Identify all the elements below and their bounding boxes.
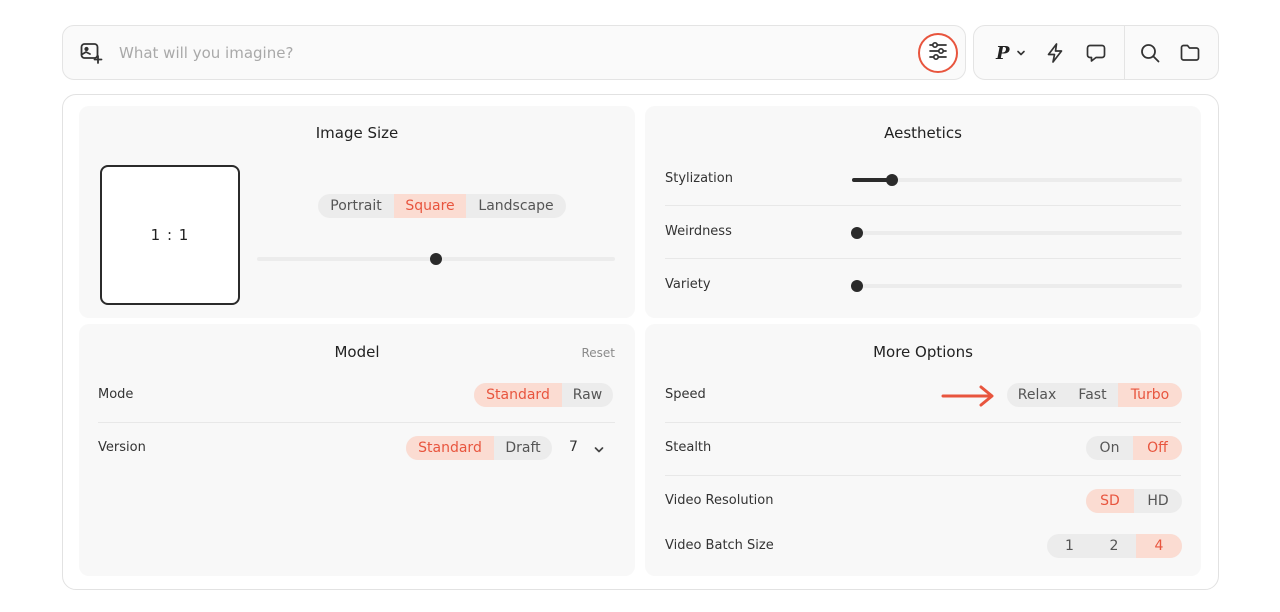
variety-label: Variety [665, 277, 711, 292]
aesthetics-divider [665, 205, 1181, 206]
speed-turbo[interactable]: Turbo [1118, 383, 1182, 407]
search-icon [1139, 42, 1161, 64]
options-divider [665, 475, 1181, 476]
chevron-down-icon [1016, 48, 1026, 58]
video-resolution-selector: SD HD [1086, 489, 1182, 513]
options-divider [665, 422, 1181, 423]
mode-selector: Standard Raw [474, 383, 613, 407]
aesthetics-title: Aesthetics [884, 124, 962, 142]
batch-size-4[interactable]: 4 [1136, 534, 1182, 558]
version-label: Version [98, 440, 146, 455]
chevron-down-icon[interactable] [593, 441, 605, 460]
version-standard[interactable]: Standard [406, 436, 494, 460]
batch-size-1[interactable]: 1 [1047, 534, 1092, 558]
aspect-ratio-slider-handle[interactable] [430, 253, 442, 265]
mode-label: Mode [98, 387, 134, 402]
orientation-landscape[interactable]: Landscape [466, 194, 566, 218]
video-batch-size-label: Video Batch Size [665, 538, 774, 553]
personalize-label: P [996, 42, 1010, 64]
chat-button[interactable] [1085, 40, 1107, 66]
aspect-ratio-slider[interactable] [257, 253, 615, 265]
version-draft[interactable]: Draft [494, 436, 552, 460]
speed-fast[interactable]: Fast [1067, 383, 1118, 407]
aspect-ratio-label: 1 : 1 [150, 226, 190, 244]
folder-button[interactable] [1179, 40, 1201, 66]
reset-button[interactable]: Reset [581, 346, 615, 360]
video-resolution-label: Video Resolution [665, 493, 774, 508]
sliders-icon [927, 40, 949, 66]
version-number[interactable]: 7 [569, 439, 578, 455]
lightning-icon [1044, 42, 1066, 64]
version-selector: Standard Draft [406, 436, 552, 460]
stealth-selector: On Off [1086, 436, 1182, 460]
stealth-label: Stealth [665, 440, 712, 455]
more-options-title: More Options [873, 343, 973, 361]
settings-panel: Image Size 1 : 1 Portrait Square Landsca… [62, 94, 1219, 590]
video-resolution-hd[interactable]: HD [1134, 489, 1182, 513]
variety-slider-handle[interactable] [851, 280, 863, 292]
batch-size-2[interactable]: 2 [1092, 534, 1136, 558]
model-divider [98, 422, 615, 423]
weirdness-slider[interactable] [851, 227, 1182, 239]
orientation-square[interactable]: Square [394, 194, 466, 218]
mode-standard[interactable]: Standard [474, 383, 562, 407]
video-resolution-sd[interactable]: SD [1086, 489, 1134, 513]
lightning-button[interactable] [1044, 40, 1066, 66]
arrow-right-icon [941, 384, 997, 412]
speed-relax[interactable]: Relax [1007, 383, 1067, 407]
personalize-button[interactable]: P [996, 40, 1026, 66]
prompt-bar [62, 25, 966, 80]
chat-icon [1085, 42, 1107, 64]
toolbar: P [973, 25, 1219, 80]
folder-icon [1179, 42, 1201, 64]
video-batch-size-selector: 1 2 4 [1047, 534, 1182, 558]
stylization-slider-handle[interactable] [885, 174, 898, 186]
image-size-card: Image Size 1 : 1 Portrait Square Landsca… [79, 106, 635, 318]
image-size-title: Image Size [315, 124, 399, 142]
speed-label: Speed [665, 387, 706, 402]
aspect-ratio-preview: 1 : 1 [100, 165, 240, 305]
stylization-label: Stylization [665, 171, 733, 186]
stealth-off[interactable]: Off [1133, 436, 1182, 460]
more-options-card: More Options Speed Relax Fast Turbo Stea… [645, 324, 1201, 576]
search-button[interactable] [1139, 40, 1161, 66]
stylization-slider[interactable] [852, 174, 1182, 186]
image-add-icon[interactable] [79, 41, 103, 65]
settings-button[interactable] [918, 33, 958, 73]
prompt-input[interactable] [119, 38, 899, 68]
model-title: Model [334, 343, 380, 361]
weirdness-slider-handle[interactable] [851, 227, 863, 239]
model-card: Model Reset Mode Standard Raw Version St… [79, 324, 635, 576]
speed-selector: Relax Fast Turbo [1007, 383, 1182, 407]
aesthetics-divider [665, 258, 1181, 259]
stealth-on[interactable]: On [1086, 436, 1133, 460]
orientation-selector: Portrait Square Landscape [318, 194, 566, 218]
toolbar-divider [1124, 26, 1125, 79]
mode-raw[interactable]: Raw [562, 383, 613, 407]
orientation-portrait[interactable]: Portrait [318, 194, 394, 218]
variety-slider[interactable] [851, 280, 1182, 292]
aesthetics-card: Aesthetics Stylization Weirdness Variety [645, 106, 1201, 318]
weirdness-label: Weirdness [665, 224, 732, 239]
